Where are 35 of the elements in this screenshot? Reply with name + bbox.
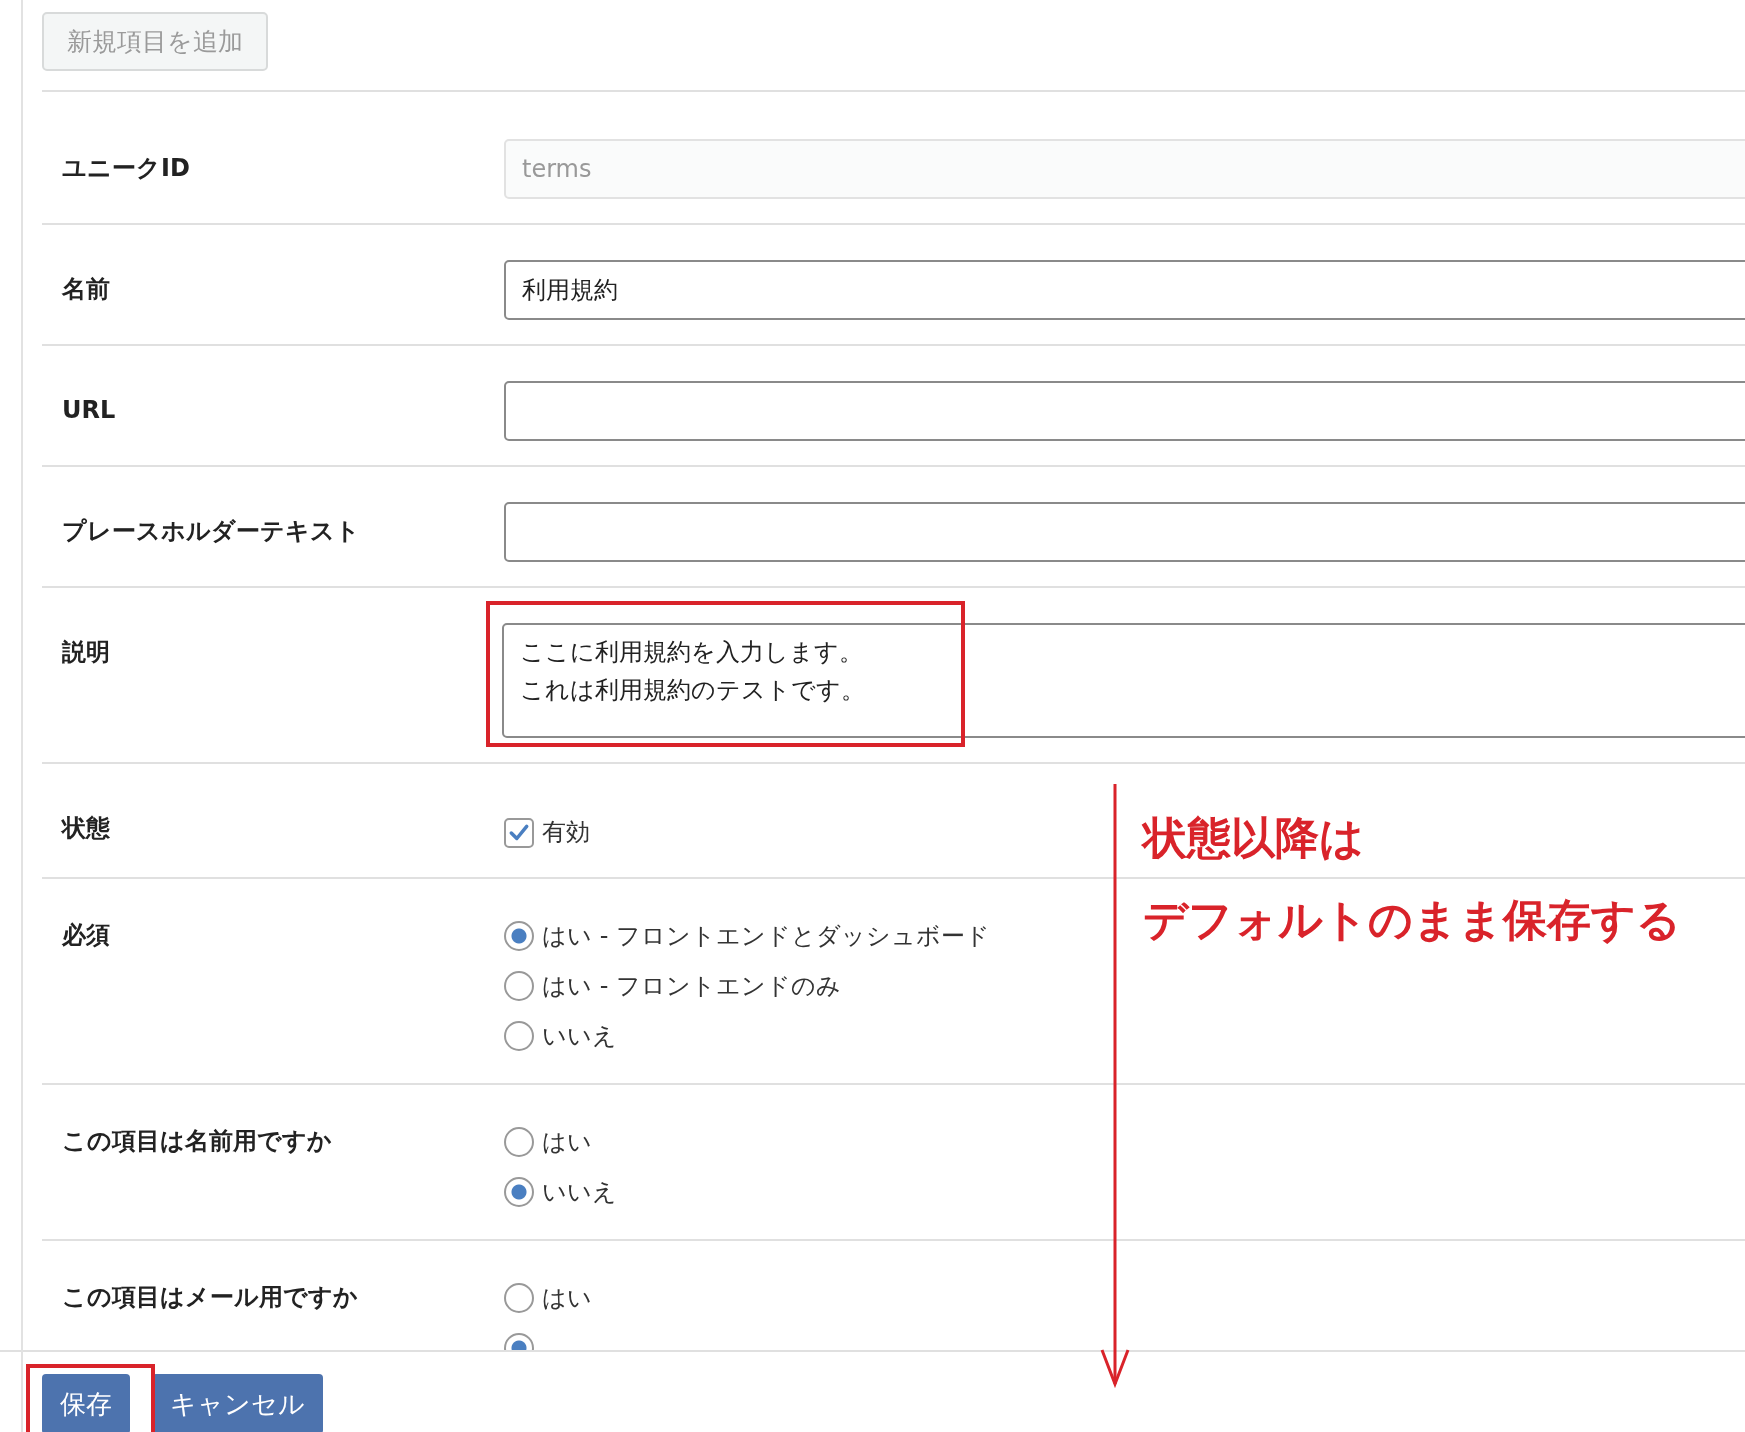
annotation-text: 状態以降は [1143,811,1365,865]
field-label: ユニークID [61,153,191,184]
field-label: 必須 [61,920,111,951]
field-label: 状態 [60,813,111,844]
annotation-text: デフォルトのまま保存する [1143,893,1681,947]
radio-label: いいえ [542,1177,617,1207]
field-value: 利用規約 [522,275,618,305]
radio-label: はい - フロントエンドとダッシュボード [542,921,990,951]
checkbox[interactable] [504,817,534,848]
radio-label: はい [542,1283,592,1313]
action-button[interactable]: 保存 [42,1374,130,1432]
radio-label: はい - フロントエンドのみ [542,971,841,1001]
field-value: これは利用規約のテストです。 [520,675,865,706]
text-field[interactable] [504,381,1745,441]
radio-label: いいえ [542,1021,617,1051]
radio-button[interactable] [504,1021,534,1051]
field-label: この項目は名前用ですか [61,1126,333,1157]
field-label: この項目はメール用ですか [61,1282,359,1313]
text-area[interactable]: ここに利用規約を入力します。 これは利用規約のテストです。 [502,623,1745,738]
field-label: 名前 [61,274,111,305]
text-field[interactable] [504,502,1745,562]
field-value: terms [522,154,592,184]
radio-label: はい [542,1127,592,1157]
radio-button[interactable] [504,1127,534,1157]
action-button[interactable]: キャンセル [152,1374,323,1432]
radio-button[interactable] [504,971,534,1001]
radio-button[interactable] [504,1177,534,1207]
checkbox-label: 有効 [542,818,590,847]
field-label: 説明 [61,637,111,668]
text-field[interactable]: 利用規約 [504,260,1745,320]
field-label: URL [61,395,117,426]
field-label: プレースホルダーテキスト [61,516,361,547]
radio-button[interactable] [504,1283,534,1313]
radio-button[interactable] [504,921,534,951]
field-value: ここに利用規約を入力します。 [520,637,863,668]
